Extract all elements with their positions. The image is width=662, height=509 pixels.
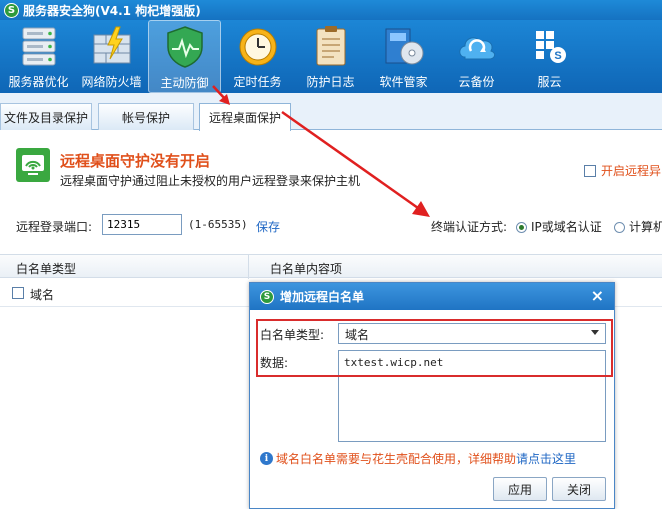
toolbar-software-manager[interactable]: 软件管家 (367, 20, 440, 93)
data-textarea[interactable]: txtest.wicp.net (338, 350, 606, 442)
port-input[interactable] (102, 214, 182, 235)
port-label: 远程登录端口: (16, 220, 93, 234)
whitelist-header: 白名单类型 白名单内容项 (0, 254, 662, 279)
status-title: 远程桌面守护没有开启 (60, 152, 211, 170)
toolbar-network-firewall[interactable]: 网络防火墙 (75, 20, 148, 93)
server-icon (15, 23, 63, 69)
close-button[interactable]: 关闭 (552, 477, 606, 501)
cloud-icon (453, 23, 501, 69)
row-type: 域名 (30, 288, 55, 302)
firewall-icon (88, 23, 136, 69)
toolbar-label: 防护日志 (306, 75, 355, 89)
cloud-service-icon: S (526, 23, 574, 69)
toolbar-cloud-service[interactable]: S 服云 (513, 20, 586, 93)
tab-account-protection[interactable]: 帐号保护 (98, 103, 194, 130)
apply-button[interactable]: 应用 (493, 477, 547, 501)
radio-button[interactable] (614, 222, 625, 233)
toolbar-server-optimize[interactable]: 服务器优化 (2, 20, 75, 93)
checkbox-box[interactable] (584, 164, 596, 177)
port-range: (1-65535) (188, 218, 248, 231)
column-divider (248, 255, 249, 279)
toolbar-label: 主动防御 (160, 76, 209, 90)
toolbar-label: 服云 (537, 75, 562, 89)
status-description: 远程桌面守护通过阻止未授权的用户远程登录来保护主机 (60, 174, 361, 188)
toolbar-active-defense[interactable]: 主动防御 (148, 20, 221, 93)
app-logo-icon: S (4, 2, 19, 18)
checkbox-label: 开启远程异 (601, 164, 662, 178)
info-icon: i (260, 452, 273, 465)
row-checkbox[interactable] (12, 287, 24, 299)
whitelist-type-select[interactable]: 域名 (338, 323, 606, 344)
auth-computer-radio[interactable]: 计算机 (614, 218, 662, 235)
radio-button[interactable] (516, 222, 527, 233)
remote-desktop-status-icon (16, 148, 50, 182)
close-icon[interactable]: × (591, 286, 604, 305)
domain-info-note: i 域名白名单需要与花生壳配合使用，详细帮助 请点击这里 (260, 450, 576, 467)
col-whitelist-type: 白名单类型 (16, 262, 77, 276)
toolbar-label: 定时任务 (233, 75, 282, 89)
title-bar: S 服务器安全狗(V4.1 枸杞增强版) (0, 0, 662, 20)
shield-icon (161, 24, 209, 70)
toolbar-label: 网络防火墙 (81, 75, 142, 89)
whitelist-type-label: 白名单类型: (260, 328, 325, 342)
data-label: 数据: (260, 356, 289, 370)
toolbar-scheduled-task[interactable]: 定时任务 (221, 20, 294, 93)
log-icon (307, 23, 355, 69)
radio-label: IP或域名认证 (531, 220, 602, 234)
toolbar-label: 服务器优化 (8, 75, 69, 89)
enable-remote-alert-checkbox[interactable]: 开启远程异 (584, 162, 661, 179)
dialog-title: 增加远程白名单 (280, 290, 365, 304)
tab-file-dir-protection[interactable]: 文件及目录保护 (0, 103, 92, 130)
auth-method-label: 终端认证方式: (431, 220, 508, 234)
clock-icon (234, 23, 282, 69)
col-whitelist-content: 白名单内容项 (270, 262, 343, 276)
save-port-link[interactable]: 保存 (256, 218, 280, 235)
app-logo-icon: S (260, 289, 274, 304)
software-icon (380, 23, 428, 69)
tab-remote-desktop-protection[interactable]: 远程桌面保护 (199, 103, 291, 131)
toolbar-label: 云备份 (458, 75, 495, 89)
select-value: 域名 (345, 328, 370, 342)
chevron-down-icon (591, 330, 599, 335)
main-toolbar: 服务器优化 网络防火墙 主动防御 定时任务 防护日志 软件管家 云备份 S 服云 (0, 20, 662, 93)
toolbar-cloud-backup[interactable]: 云备份 (440, 20, 513, 93)
toolbar-label: 软件管家 (379, 75, 428, 89)
radio-label: 计算机 (629, 220, 662, 234)
tab-bar: 文件及目录保护 帐号保护 远程桌面保护 (0, 93, 662, 131)
add-whitelist-dialog: S 增加远程白名单 × 白名单类型: 域名 数据: txtest.wicp.ne… (249, 282, 615, 509)
app-title: 服务器安全狗(V4.1 枸杞增强版) (23, 3, 201, 18)
svg-text:S: S (554, 50, 561, 62)
info-text: 域名白名单需要与花生壳配合使用，详细帮助 (276, 452, 517, 466)
toolbar-protection-log[interactable]: 防护日志 (294, 20, 367, 93)
dialog-title-bar: S 增加远程白名单 × (250, 283, 614, 310)
help-link[interactable]: 请点击这里 (516, 450, 576, 467)
auth-ip-domain-radio[interactable]: IP或域名认证 (516, 218, 602, 235)
